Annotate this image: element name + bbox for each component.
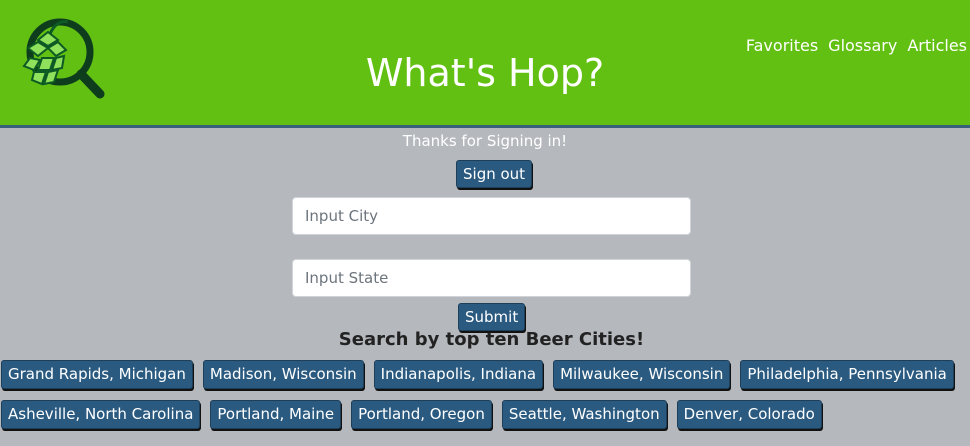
city-input[interactable] — [292, 197, 691, 235]
top-cities-row-2: Asheville, North Carolina Portland, Main… — [1, 400, 822, 429]
top-cities-heading: Search by top ten Beer Cities! — [338, 329, 645, 350]
city-button-asheville[interactable]: Asheville, North Carolina — [1, 400, 201, 429]
city-button-grand-rapids[interactable]: Grand Rapids, Michigan — [1, 360, 193, 389]
submit-button[interactable]: Submit — [458, 303, 526, 331]
city-button-milwaukee[interactable]: Milwaukee, Wisconsin — [553, 360, 731, 389]
city-button-portland-maine[interactable]: Portland, Maine — [210, 400, 342, 429]
city-button-denver[interactable]: Denver, Colorado — [676, 400, 822, 429]
city-button-philadelphia[interactable]: Philadelphia, Pennsylvania — [740, 360, 954, 389]
state-input[interactable] — [292, 259, 691, 297]
main-nav: Favorites Glossary Articles — [746, 36, 967, 55]
city-button-portland-oregon[interactable]: Portland, Oregon — [351, 400, 492, 429]
city-button-indianapolis[interactable]: Indianapolis, Indiana — [373, 360, 544, 389]
city-button-seattle[interactable]: Seattle, Washington — [501, 400, 667, 429]
nav-favorites-link[interactable]: Favorites — [746, 36, 818, 55]
site-header: What's Hop? Favorites Glossary Articles — [0, 0, 970, 128]
top-cities-row-1: Grand Rapids, Michigan Madison, Wisconsi… — [1, 360, 954, 389]
city-button-madison[interactable]: Madison, Wisconsin — [202, 360, 364, 389]
nav-articles-link[interactable]: Articles — [907, 36, 967, 55]
sign-out-button[interactable]: Sign out — [456, 160, 533, 188]
signed-in-message: Thanks for Signing in! — [402, 132, 568, 150]
nav-glossary-link[interactable]: Glossary — [828, 36, 897, 55]
